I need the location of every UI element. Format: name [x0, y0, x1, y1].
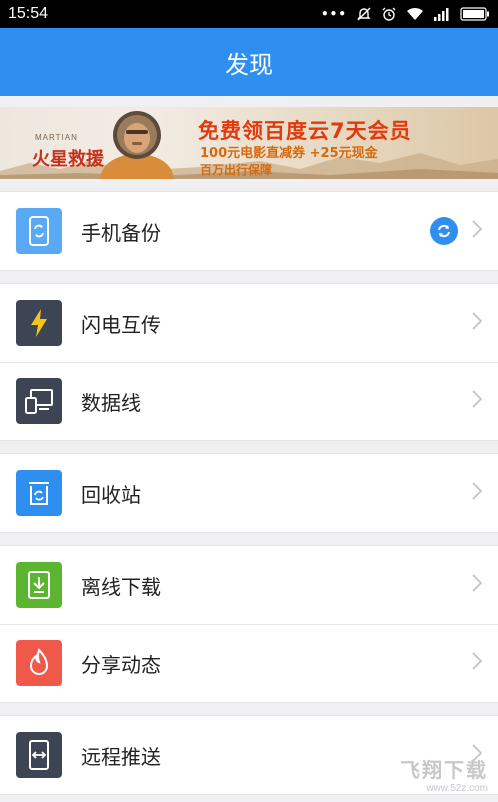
banner-line-2: 100元电影直减券 +25元现金 — [200, 146, 378, 161]
menu-item-label: 离线下载 — [81, 574, 161, 599]
menu-group-4: 离线下载 分享动态 — [0, 545, 498, 703]
menu-item-label: 远程推送 — [81, 744, 161, 769]
chevron-right-icon — [472, 220, 483, 242]
menu-group-1: 手机备份 — [0, 191, 498, 271]
devices-icon — [16, 378, 62, 424]
menu-group-2: 闪电互传 数据线 — [0, 283, 498, 441]
menu-item-label: 数据线 — [81, 390, 141, 415]
menu-item-data-cable[interactable]: 数据线 — [0, 362, 498, 440]
chevron-right-icon — [472, 652, 483, 674]
remote-push-icon — [16, 732, 62, 778]
astronaut-image — [100, 111, 174, 179]
chevron-right-icon — [472, 482, 483, 504]
banner-headline: 免费领百度云7天会员 — [198, 119, 412, 143]
menu-item-label: 回收站 — [81, 482, 141, 507]
watermark-text: 飞翔下载 — [400, 758, 488, 782]
recycle-bin-icon — [16, 470, 62, 516]
menu-item-offline-download[interactable]: 离线下载 — [0, 546, 498, 624]
menu-item-label: 手机备份 — [81, 220, 161, 245]
wifi-icon — [406, 7, 424, 21]
sync-icon[interactable] — [430, 217, 458, 245]
lightning-icon — [16, 300, 62, 346]
chevron-right-icon — [472, 390, 483, 412]
watermark-url: www.52z.com — [426, 783, 488, 794]
menu-item-label: 分享动态 — [81, 652, 161, 677]
title-bar: 发现 — [0, 28, 498, 96]
status-bar: 15:54 ••• — [0, 0, 498, 28]
page-title: 发现 — [225, 50, 273, 79]
menu-item-phone-backup[interactable]: 手机备份 — [0, 192, 498, 270]
alarm-icon — [381, 6, 397, 22]
status-time: 15:54 — [8, 5, 49, 22]
banner-line-3: 百万出行保障 — [200, 163, 273, 177]
battery-icon — [460, 7, 490, 21]
menu-item-share-feed[interactable]: 分享动态 — [0, 624, 498, 702]
more-notifications-icon: ••• — [320, 7, 347, 21]
signal-icon — [433, 7, 451, 21]
mute-icon — [356, 6, 372, 22]
phone-sync-icon — [16, 208, 62, 254]
menu-item-flash-transfer[interactable]: 闪电互传 — [0, 284, 498, 362]
banner-brand-small: MARTIAN — [35, 133, 78, 142]
chevron-right-icon — [472, 312, 483, 334]
menu-item-recycle-bin[interactable]: 回收站 — [0, 454, 498, 532]
watermark: 飞翔下载 www.52z.com — [400, 754, 488, 794]
flame-icon — [16, 640, 62, 686]
chevron-right-icon — [472, 574, 483, 596]
menu-item-label: 闪电互传 — [81, 312, 161, 337]
download-icon — [16, 562, 62, 608]
promo-banner[interactable]: MARTIAN 火星救援 免费领百度云7天会员 100元电影直减券 +25元现金… — [0, 107, 498, 179]
menu-group-3: 回收站 — [0, 453, 498, 533]
